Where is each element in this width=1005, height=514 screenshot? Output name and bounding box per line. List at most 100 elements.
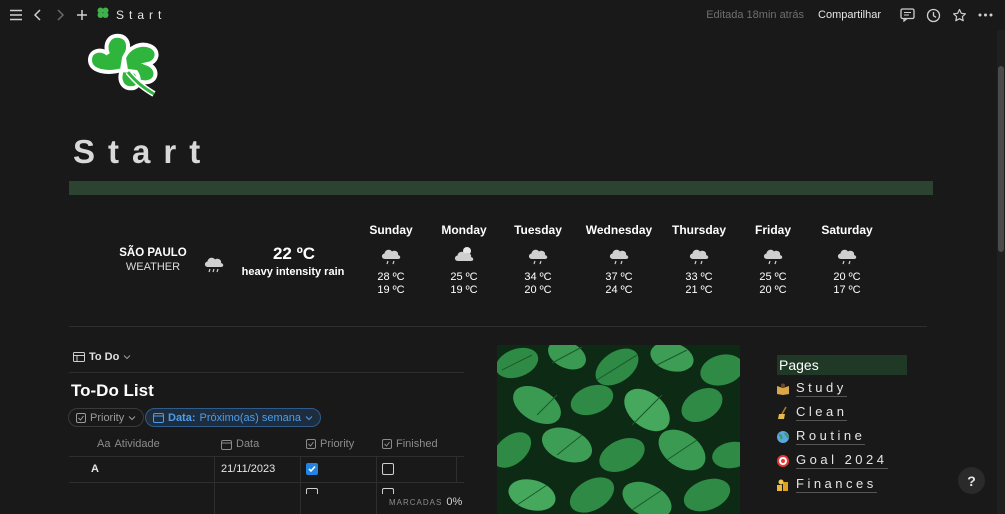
page-link-goal-2024[interactable]: Goal 2024 <box>776 452 888 469</box>
page-link-clean[interactable]: Clean <box>776 404 848 421</box>
weather-subtitle: WEATHER <box>125 261 181 273</box>
column-label: Data <box>236 438 260 450</box>
share-button[interactable]: Compartilhar <box>818 9 881 21</box>
page-title[interactable]: Start <box>73 133 213 171</box>
column-header-finished[interactable]: Finished <box>382 438 438 450</box>
rain-cloud-icon <box>609 249 629 265</box>
top-bar-right: Editada 18min atrás Compartilhar <box>706 5 995 25</box>
filter-date-value: Próximo(as) semana <box>199 411 301 424</box>
row-priority-checkbox[interactable] <box>306 463 318 475</box>
rain-cloud-icon <box>381 249 401 265</box>
forecast-day: Thursday 33 ºC 21 ºC <box>659 223 739 297</box>
forecast-day: Wednesday 37 ºC 24 ºC <box>579 223 659 297</box>
forecast-low: 19 ºC <box>377 284 405 296</box>
forecast-day-name: Sunday <box>369 223 413 237</box>
checkbox-property-icon <box>76 412 86 423</box>
page-link-routine[interactable]: Routine <box>776 428 866 445</box>
top-bar: Start Editada 18min atrás Compartilhar <box>0 0 1005 30</box>
clover-icon <box>96 6 110 25</box>
checkbox-property-icon <box>306 439 316 449</box>
page-link-label: Clean <box>796 404 848 421</box>
forecast-day-name: Monday <box>441 223 487 237</box>
forecast-day: Monday 25 ºC 19 ºC <box>424 223 504 297</box>
forecast-day: Tuesday 34 ºC 20 ºC <box>498 223 578 297</box>
table-column-divider <box>456 457 457 483</box>
column-label: Finished <box>396 438 438 450</box>
calendar-icon <box>221 439 232 450</box>
table-column-divider <box>300 457 301 514</box>
current-description: heavy intensity rain <box>241 266 345 278</box>
row-finished-checkbox[interactable] <box>382 488 394 494</box>
target-icon <box>776 454 790 468</box>
scrollbar-thumb[interactable] <box>998 66 1004 252</box>
view-tab-label: To Do <box>89 351 120 363</box>
forecast-high: 20 ºC <box>833 271 861 283</box>
forecast-high: 37 ºC <box>605 271 633 283</box>
forecast-high: 34 ºC <box>524 271 552 283</box>
forecast-day-name: Friday <box>754 223 791 237</box>
table-column-divider <box>376 457 377 514</box>
page-link-label: Routine <box>796 428 866 445</box>
chevron-down-icon <box>128 415 136 420</box>
rain-cloud-icon <box>837 249 857 265</box>
forecast-high: 25 ºC <box>759 271 787 283</box>
forecast-day-name: Saturday <box>821 223 873 237</box>
text-property-icon: Aa <box>97 438 111 450</box>
header-color-band <box>69 181 933 195</box>
row-date[interactable]: 21/11/2023 <box>221 463 275 475</box>
help-button[interactable]: ? <box>958 467 985 494</box>
weather-location: SÃO PAULO WEATHER <box>110 247 196 273</box>
history-clock-icon[interactable] <box>923 5 943 25</box>
column-label: Priority <box>320 438 355 450</box>
menu-icon[interactable] <box>6 5 26 25</box>
calculation-value: 0% <box>446 496 463 508</box>
weather-city-name: SÃO PAULO <box>119 247 187 259</box>
forecast-low: 20 ºC <box>759 284 787 296</box>
database-view-tab[interactable]: To Do <box>73 351 131 363</box>
filter-date-chip[interactable]: Data: Próximo(as) semana <box>145 408 321 427</box>
page-link-finances[interactable]: Finances <box>776 476 877 493</box>
forecast-low: 17 ºC <box>833 284 861 296</box>
forecast-high: 25 ºC <box>450 271 478 283</box>
row-activity[interactable]: A <box>91 463 99 475</box>
forecast-low: 21 ºC <box>685 284 713 296</box>
calendar-icon <box>153 413 164 423</box>
calculation-label: MARCADAS <box>389 498 443 507</box>
forecast-low: 24 ºC <box>605 284 633 296</box>
forecast-low: 20 ºC <box>524 284 552 296</box>
table-header-divider <box>69 456 464 457</box>
current-temperature: 22 ºC <box>272 244 316 263</box>
page-link-label: Study <box>796 380 847 397</box>
scrollbar[interactable] <box>997 30 1005 514</box>
calculation-footer[interactable]: MARCADAS 0% <box>389 496 462 508</box>
database-title[interactable]: To-Do List <box>71 381 154 401</box>
add-page-icon[interactable] <box>72 5 92 25</box>
favorite-star-icon[interactable] <box>949 5 969 25</box>
column-header-date[interactable]: Data <box>221 438 259 450</box>
filter-date-key: Data: <box>168 411 196 424</box>
row-finished-checkbox[interactable] <box>382 463 394 475</box>
coins-icon <box>776 478 790 492</box>
more-options-icon[interactable] <box>975 5 995 25</box>
breadcrumb[interactable]: Start <box>96 6 166 25</box>
row-priority-checkbox[interactable] <box>306 488 318 494</box>
page-icon-clover[interactable] <box>78 28 168 98</box>
column-header-activity[interactable]: Aa Atividade <box>97 438 160 450</box>
comment-icon[interactable] <box>897 5 917 25</box>
filter-priority-label: Priority <box>90 411 125 424</box>
view-tab-divider <box>69 372 464 373</box>
forward-arrow-icon[interactable] <box>50 5 70 25</box>
column-header-priority[interactable]: Priority <box>306 438 354 450</box>
section-divider <box>69 326 927 327</box>
page-link-study[interactable]: Study <box>776 380 847 397</box>
filter-priority-chip[interactable]: Priority <box>68 408 145 427</box>
back-arrow-icon[interactable] <box>28 5 48 25</box>
rain-cloud-icon <box>528 249 548 265</box>
leaves-image <box>497 345 740 514</box>
reading-icon <box>776 382 790 396</box>
forecast-day: Friday 25 ºC 20 ºC <box>733 223 813 297</box>
forecast-day-name: Wednesday <box>585 223 653 237</box>
edited-status: Editada 18min atrás <box>706 9 805 21</box>
forecast-day: Saturday 20 ºC 17 ºC <box>807 223 887 297</box>
page-link-label: Finances <box>796 476 877 493</box>
